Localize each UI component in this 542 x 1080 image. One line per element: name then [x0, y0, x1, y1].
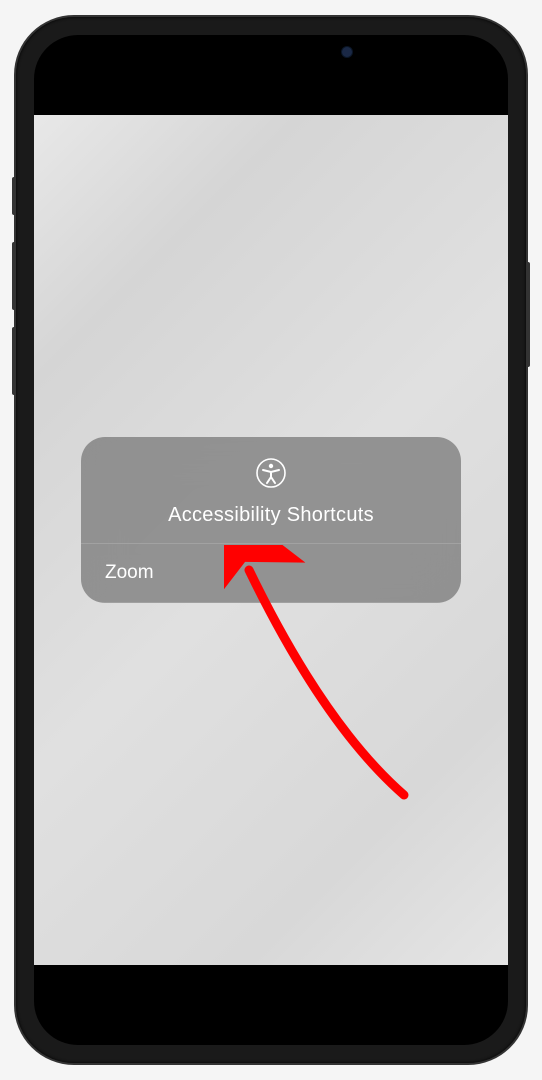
phone-device-frame: Accessibility Shortcuts Zoom: [16, 17, 526, 1063]
silence-switch: [12, 177, 16, 215]
dialog-header: Accessibility Shortcuts: [81, 437, 461, 544]
front-camera: [341, 46, 353, 58]
power-button: [526, 262, 530, 367]
volume-down-button: [12, 327, 16, 395]
dialog-option-label: Zoom: [105, 562, 154, 583]
volume-up-button: [12, 242, 16, 310]
accessibility-shortcuts-dialog: Accessibility Shortcuts Zoom: [81, 437, 461, 603]
dialog-title: Accessibility Shortcuts: [105, 504, 437, 527]
screen-content: Accessibility Shortcuts Zoom: [34, 115, 508, 965]
accessibility-icon: [255, 457, 287, 494]
dialog-option-zoom[interactable]: Zoom: [81, 544, 461, 603]
phone-screen-bezel: Accessibility Shortcuts Zoom: [34, 35, 508, 1045]
phone-notch: [157, 35, 385, 69]
